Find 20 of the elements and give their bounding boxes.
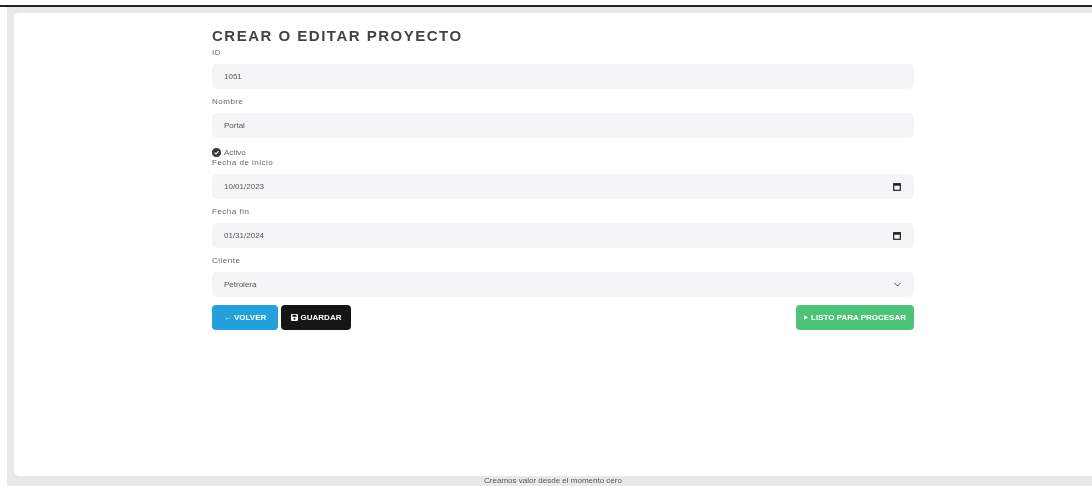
- save-button[interactable]: GUARDAR: [281, 305, 351, 330]
- page-title: CREAR O EDITAR PROYECTO: [212, 28, 464, 44]
- calendar-icon: [893, 231, 901, 240]
- chevron-down-icon: [894, 282, 901, 287]
- floppy-disk-icon: [290, 314, 298, 321]
- calendar-icon: [893, 182, 901, 191]
- field-label: Cliente: [212, 255, 242, 267]
- select-field[interactable]: Petrolera: [212, 272, 914, 297]
- footer-text: Creamos valor desde el momento cero: [483, 476, 623, 486]
- input-field[interactable]: 1051: [212, 64, 914, 89]
- date-field[interactable]: 10/01/2023: [212, 174, 914, 199]
- field-label: Nombre: [212, 96, 245, 108]
- play-icon: [804, 314, 808, 321]
- field-label: Fecha fin: [212, 206, 251, 218]
- checkbox[interactable]: [212, 147, 221, 157]
- date-field[interactable]: 01/31/2024: [212, 223, 914, 248]
- checkbox-label: Activo: [224, 147, 246, 157]
- field-label: Fecha de inicio: [212, 157, 275, 169]
- field-label: ID: [212, 47, 222, 59]
- input-field[interactable]: Portal: [212, 113, 914, 138]
